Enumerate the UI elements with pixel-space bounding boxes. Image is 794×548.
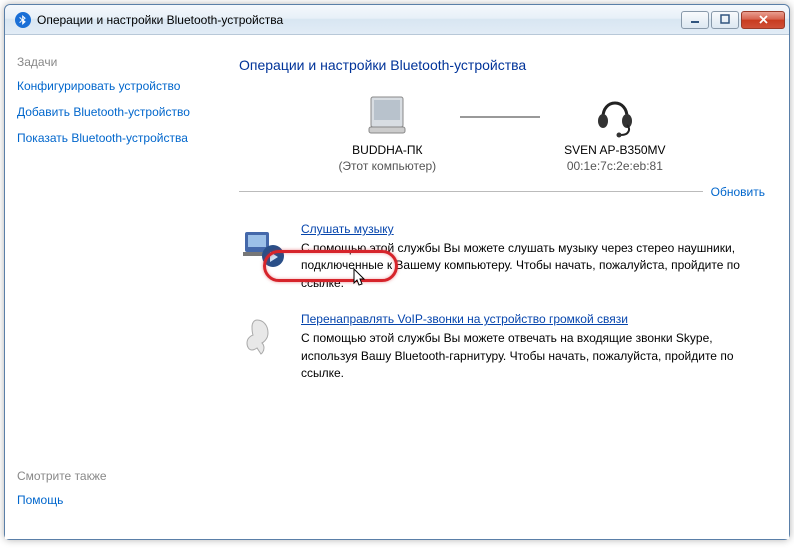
sidebar-item-add[interactable]: Добавить Bluetooth-устройство — [17, 105, 203, 119]
music-service-icon — [239, 222, 287, 270]
device-local-name: BUDDHA-ПК — [352, 143, 422, 157]
device-remote-sub: 00:1e:7c:2e:eb:81 — [567, 159, 663, 173]
device-row: BUDDHA-ПК (Этот компьютер) SVEN AP-B350M… — [239, 91, 765, 173]
sidebar-heading: Задачи — [17, 55, 203, 69]
service-body: Слушать музыку С помощью этой службы Вы … — [301, 222, 765, 292]
sidebar-item-show[interactable]: Показать Bluetooth-устройства — [17, 131, 203, 145]
device-remote-name: SVEN AP-B350MV — [564, 143, 665, 157]
sidebar-item-configure[interactable]: Конфигурировать устройство — [17, 79, 203, 93]
service-music-link[interactable]: Слушать музыку — [301, 222, 394, 236]
connection-line-icon — [460, 116, 540, 118]
headset-icon — [591, 91, 639, 139]
close-button[interactable] — [741, 11, 785, 29]
main: Операции и настройки Bluetooth-устройств… — [215, 35, 789, 539]
device-local: BUDDHA-ПК (Этот компьютер) — [338, 91, 436, 173]
sidebar-see-also: Смотрите также — [17, 469, 203, 483]
voip-service-icon — [239, 312, 287, 360]
minimize-button[interactable] — [681, 11, 709, 29]
service-voip: Перенаправлять VoIP-звонки на устройство… — [239, 312, 765, 382]
window: Операции и настройки Bluetooth-устройств… — [4, 4, 790, 540]
device-remote: SVEN AP-B350MV 00:1e:7c:2e:eb:81 — [564, 91, 665, 173]
sidebar-item-help[interactable]: Помощь — [17, 493, 203, 507]
computer-icon — [363, 91, 411, 139]
content: Задачи Конфигурировать устройство Добави… — [5, 35, 789, 539]
divider-row: Обновить — [239, 191, 765, 210]
device-local-sub: (Этот компьютер) — [338, 159, 436, 173]
maximize-button[interactable] — [711, 11, 739, 29]
service-voip-desc: С помощью этой службы Вы можете отвечать… — [301, 330, 765, 382]
refresh-link[interactable]: Обновить — [703, 185, 765, 199]
service-music: Слушать музыку С помощью этой службы Вы … — [239, 222, 765, 292]
window-controls — [681, 11, 785, 29]
service-voip-link[interactable]: Перенаправлять VoIP-звонки на устройство… — [301, 312, 628, 326]
service-music-desc: С помощью этой службы Вы можете слушать … — [301, 240, 765, 292]
page-title: Операции и настройки Bluetooth-устройств… — [239, 57, 765, 73]
service-body: Перенаправлять VoIP-звонки на устройство… — [301, 312, 765, 382]
sidebar: Задачи Конфигурировать устройство Добави… — [5, 35, 215, 539]
bluetooth-icon — [15, 12, 31, 28]
titlebar[interactable]: Операции и настройки Bluetooth-устройств… — [5, 5, 789, 35]
window-title: Операции и настройки Bluetooth-устройств… — [37, 13, 681, 27]
